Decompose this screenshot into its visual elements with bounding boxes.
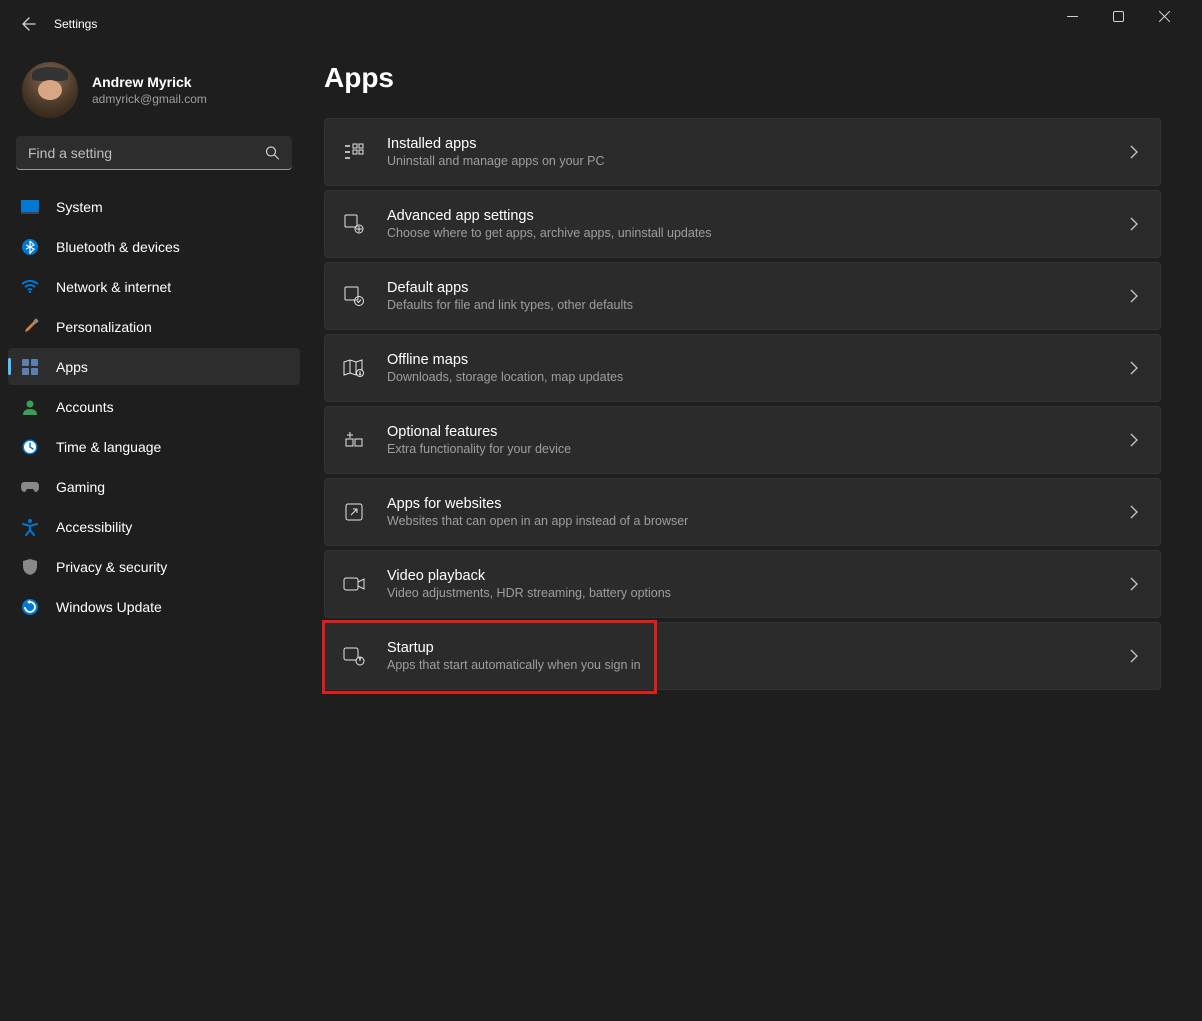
optional-features-icon xyxy=(343,429,365,451)
video-icon xyxy=(343,573,365,595)
nav-item-update[interactable]: Windows Update xyxy=(8,588,300,625)
card-installed-apps[interactable]: Installed apps Uninstall and manage apps… xyxy=(324,118,1161,186)
page-title: Apps xyxy=(324,62,1161,94)
chevron-right-icon xyxy=(1130,217,1138,231)
accessibility-icon xyxy=(20,517,40,537)
card-title: Optional features xyxy=(387,424,1130,440)
window-title: Settings xyxy=(54,17,97,31)
nav-item-accounts[interactable]: Accounts xyxy=(8,388,300,425)
shield-icon xyxy=(20,557,40,577)
nav-label: Bluetooth & devices xyxy=(56,239,180,255)
gamepad-icon xyxy=(20,477,40,497)
nav-item-gaming[interactable]: Gaming xyxy=(8,468,300,505)
system-icon xyxy=(20,197,40,217)
back-button[interactable] xyxy=(18,13,40,35)
nav-label: Time & language xyxy=(56,439,161,455)
user-email: admyrick@gmail.com xyxy=(92,92,207,106)
titlebar: Settings xyxy=(0,0,1187,48)
card-subtitle: Video adjustments, HDR streaming, batter… xyxy=(387,586,1130,600)
avatar xyxy=(22,62,78,118)
card-optional-features[interactable]: Optional features Extra functionality fo… xyxy=(324,406,1161,474)
minimize-button[interactable] xyxy=(1049,0,1095,32)
nav-label: Accounts xyxy=(56,399,114,415)
minimize-icon xyxy=(1067,11,1078,22)
sidebar: Andrew Myrick admyrick@gmail.com System xyxy=(0,48,308,1006)
nav-label: Personalization xyxy=(56,319,152,335)
wifi-icon xyxy=(20,277,40,297)
nav-item-apps[interactable]: Apps xyxy=(8,348,300,385)
card-subtitle: Extra functionality for your device xyxy=(387,442,1130,456)
nav-label: Windows Update xyxy=(56,599,162,615)
chevron-right-icon xyxy=(1130,505,1138,519)
chevron-right-icon xyxy=(1130,289,1138,303)
card-subtitle: Uninstall and manage apps on your PC xyxy=(387,154,1130,168)
settings-window: Settings Andrew Myrick admyrick@gmail.co… xyxy=(0,0,1187,1006)
user-text: Andrew Myrick admyrick@gmail.com xyxy=(92,74,207,106)
nav-label: Apps xyxy=(56,359,88,375)
chevron-right-icon xyxy=(1130,649,1138,663)
update-icon xyxy=(20,597,40,617)
card-startup[interactable]: Startup Apps that start automatically wh… xyxy=(324,622,1161,690)
search-icon xyxy=(265,146,280,161)
card-subtitle: Downloads, storage location, map updates xyxy=(387,370,1130,384)
content-area: Andrew Myrick admyrick@gmail.com System xyxy=(0,48,1187,1006)
chevron-right-icon xyxy=(1130,433,1138,447)
bluetooth-icon xyxy=(20,237,40,257)
search-wrap xyxy=(16,136,292,170)
brush-icon xyxy=(20,317,40,337)
nav-item-time[interactable]: Time & language xyxy=(8,428,300,465)
nav-item-network[interactable]: Network & internet xyxy=(8,268,300,305)
nav-label: System xyxy=(56,199,103,215)
nav-label: Privacy & security xyxy=(56,559,167,575)
card-subtitle: Apps that start automatically when you s… xyxy=(387,658,1130,672)
card-subtitle: Choose where to get apps, archive apps, … xyxy=(387,226,1130,240)
nav-label: Gaming xyxy=(56,479,105,495)
maximize-icon xyxy=(1113,11,1124,22)
card-title: Video playback xyxy=(387,568,1130,584)
chevron-right-icon xyxy=(1130,577,1138,591)
card-subtitle: Defaults for file and link types, other … xyxy=(387,298,1130,312)
card-title: Installed apps xyxy=(387,136,1130,152)
main-panel: Apps Installed apps Uninstall and manage… xyxy=(308,48,1187,1006)
card-subtitle: Websites that can open in an app instead… xyxy=(387,514,1130,528)
nav-item-personalization[interactable]: Personalization xyxy=(8,308,300,345)
nav-label: Accessibility xyxy=(56,519,132,535)
clock-icon xyxy=(20,437,40,457)
card-title: Advanced app settings xyxy=(387,208,1130,224)
card-default-apps[interactable]: Default apps Defaults for file and link … xyxy=(324,262,1161,330)
apps-icon xyxy=(20,357,40,377)
chevron-right-icon xyxy=(1130,361,1138,375)
close-button[interactable] xyxy=(1141,0,1187,32)
user-account-block[interactable]: Andrew Myrick admyrick@gmail.com xyxy=(0,54,308,136)
nav-item-privacy[interactable]: Privacy & security xyxy=(8,548,300,585)
close-icon xyxy=(1159,11,1170,22)
window-controls xyxy=(1049,0,1187,40)
advanced-settings-icon xyxy=(343,213,365,235)
maximize-button[interactable] xyxy=(1095,0,1141,32)
open-in-app-icon xyxy=(343,501,365,523)
nav-list: System Bluetooth & devices Network & int… xyxy=(0,188,308,625)
card-advanced-app-settings[interactable]: Advanced app settings Choose where to ge… xyxy=(324,190,1161,258)
card-title: Apps for websites xyxy=(387,496,1130,512)
card-offline-maps[interactable]: Offline maps Downloads, storage location… xyxy=(324,334,1161,402)
person-icon xyxy=(20,397,40,417)
card-apps-for-websites[interactable]: Apps for websites Websites that can open… xyxy=(324,478,1161,546)
installed-apps-icon xyxy=(343,141,365,163)
map-icon xyxy=(343,357,365,379)
nav-item-accessibility[interactable]: Accessibility xyxy=(8,508,300,545)
startup-icon xyxy=(343,645,365,667)
nav-item-bluetooth[interactable]: Bluetooth & devices xyxy=(8,228,300,265)
card-title: Startup xyxy=(387,640,1130,656)
search-input[interactable] xyxy=(16,136,292,170)
nav-label: Network & internet xyxy=(56,279,171,295)
default-apps-icon xyxy=(343,285,365,307)
card-title: Default apps xyxy=(387,280,1130,296)
card-title: Offline maps xyxy=(387,352,1130,368)
chevron-right-icon xyxy=(1130,145,1138,159)
card-video-playback[interactable]: Video playback Video adjustments, HDR st… xyxy=(324,550,1161,618)
nav-item-system[interactable]: System xyxy=(8,188,300,225)
arrow-left-icon xyxy=(21,16,37,32)
user-name: Andrew Myrick xyxy=(92,74,207,90)
